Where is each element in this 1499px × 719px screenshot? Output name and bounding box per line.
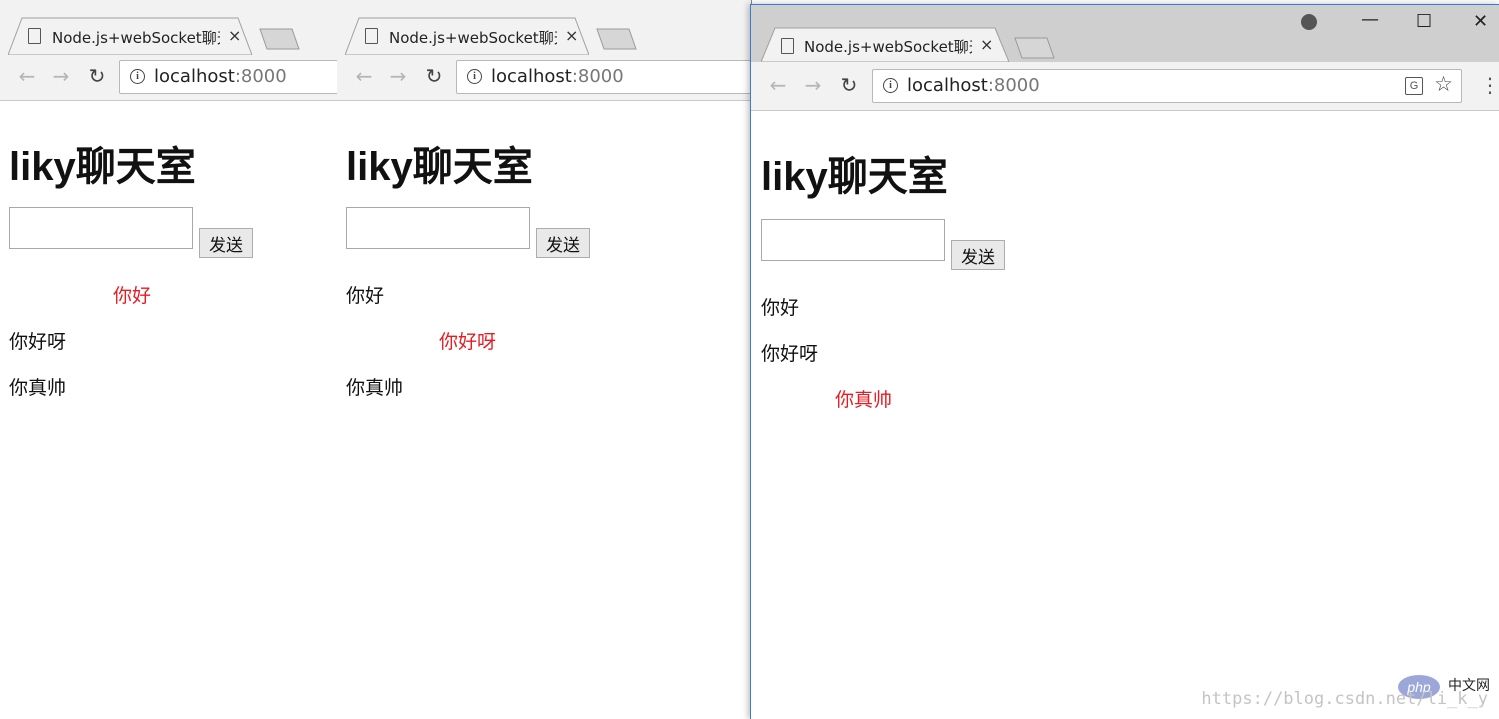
url-port: :8000 bbox=[987, 75, 1040, 96]
send-button[interactable]: 发送 bbox=[199, 228, 253, 258]
info-icon[interactable]: i bbox=[130, 69, 145, 84]
browser-window-2: Node.js+webSocket聊天室 × ← → ↻ i localhost… bbox=[337, 0, 752, 718]
reload-icon[interactable]: ↻ bbox=[86, 65, 108, 87]
chat-message: 你好 bbox=[346, 285, 385, 307]
close-tab-icon[interactable]: × bbox=[980, 35, 993, 54]
chat-message: 你真帅 bbox=[835, 389, 893, 411]
tab-title: Node.js+webSocket聊天室 bbox=[804, 38, 972, 56]
message-input[interactable] bbox=[346, 207, 530, 249]
profile-icon[interactable] bbox=[1301, 14, 1317, 30]
page-icon bbox=[365, 28, 378, 44]
chat-message: 你好呀 bbox=[761, 343, 819, 365]
forward-arrow-icon[interactable]: → bbox=[387, 65, 409, 87]
close-tab-icon[interactable]: × bbox=[228, 26, 241, 45]
new-tab-button[interactable] bbox=[1013, 37, 1055, 59]
url-text: localhost:8000 bbox=[491, 66, 624, 87]
forward-arrow-icon[interactable]: → bbox=[50, 65, 72, 87]
forward-arrow-icon[interactable]: → bbox=[802, 74, 824, 96]
toolbar: ← → ↻ i localhost:8000 G ☆ ⋮ bbox=[751, 62, 1499, 111]
reload-icon[interactable]: ↻ bbox=[423, 65, 445, 87]
new-tab-button[interactable] bbox=[258, 28, 300, 50]
send-button[interactable]: 发送 bbox=[536, 228, 590, 258]
star-icon[interactable]: ☆ bbox=[1434, 72, 1453, 96]
maximize-icon[interactable]: ☐ bbox=[1416, 11, 1432, 32]
address-bar[interactable]: i localhost:8000 G ☆ bbox=[872, 69, 1462, 103]
chat-message: 你好 bbox=[761, 297, 800, 319]
page-title: liky聊天室 bbox=[346, 145, 533, 189]
chat-message: 你好呀 bbox=[439, 331, 497, 353]
chat-message: 你好呀 bbox=[9, 331, 67, 353]
tab-strip: Node.js+webSocket聊天室 × bbox=[337, 0, 751, 55]
tab-title: Node.js+webSocket聊天室 bbox=[389, 29, 557, 47]
page-content: liky聊天室 发送 你好 你好呀 你真帅 bbox=[0, 101, 337, 718]
chat-message: 你真帅 bbox=[9, 377, 67, 399]
back-arrow-icon[interactable]: ← bbox=[16, 65, 38, 87]
url-port: :8000 bbox=[234, 66, 287, 87]
url-text: localhost:8000 bbox=[907, 75, 1040, 96]
back-arrow-icon[interactable]: ← bbox=[353, 65, 375, 87]
watermark-url: https://blog.csdn.net/li_k_y bbox=[1201, 689, 1488, 709]
info-icon[interactable]: i bbox=[883, 78, 898, 93]
page-content: liky聊天室 发送 你好 你好呀 你真帅 bbox=[337, 101, 751, 718]
page-icon bbox=[781, 38, 794, 54]
translate-icon[interactable]: G bbox=[1405, 77, 1423, 95]
url-text: localhost:8000 bbox=[154, 66, 287, 87]
url-host: localhost bbox=[154, 66, 235, 87]
url-port: :8000 bbox=[571, 66, 624, 87]
toolbar: ← → ↻ i localhost:8000 bbox=[337, 55, 751, 101]
send-button[interactable]: 发送 bbox=[951, 240, 1005, 270]
tab-strip: Node.js+webSocket聊天室 × — ☐ ✕ bbox=[751, 5, 1499, 62]
address-bar[interactable]: i localhost:8000 bbox=[456, 60, 751, 94]
minimize-icon[interactable]: — bbox=[1361, 9, 1379, 30]
chat-message: 你好 bbox=[113, 285, 152, 307]
page-content: liky聊天室 发送 你好 你好呀 你真帅 php 中文网 https://bl… bbox=[751, 111, 1499, 719]
back-arrow-icon[interactable]: ← bbox=[767, 74, 789, 96]
message-input[interactable] bbox=[9, 207, 193, 249]
reload-icon[interactable]: ↻ bbox=[838, 74, 860, 96]
browser-window-3: Node.js+webSocket聊天室 × — ☐ ✕ ← → ↻ i loc… bbox=[750, 4, 1499, 719]
tab-strip: Node.js+webSocket聊天室 × bbox=[0, 0, 337, 55]
close-window-icon[interactable]: ✕ bbox=[1473, 11, 1488, 32]
new-tab-button[interactable] bbox=[595, 28, 637, 50]
url-host: localhost bbox=[907, 75, 988, 96]
close-tab-icon[interactable]: × bbox=[565, 26, 578, 45]
page-title: liky聊天室 bbox=[9, 145, 196, 189]
message-input[interactable] bbox=[761, 219, 945, 261]
kebab-menu-icon[interactable]: ⋮ bbox=[1480, 74, 1499, 96]
chat-message: 你真帅 bbox=[346, 377, 404, 399]
page-icon bbox=[28, 28, 41, 44]
url-host: localhost bbox=[491, 66, 572, 87]
tab-title: Node.js+webSocket聊天室 bbox=[52, 29, 220, 47]
address-bar[interactable]: i localhost:8000 bbox=[119, 60, 337, 94]
browser-window-1: Node.js+webSocket聊天室 × ← → ↻ i localhost… bbox=[0, 0, 338, 718]
page-title: liky聊天室 bbox=[761, 155, 948, 199]
info-icon[interactable]: i bbox=[467, 69, 482, 84]
toolbar: ← → ↻ i localhost:8000 bbox=[0, 55, 337, 101]
